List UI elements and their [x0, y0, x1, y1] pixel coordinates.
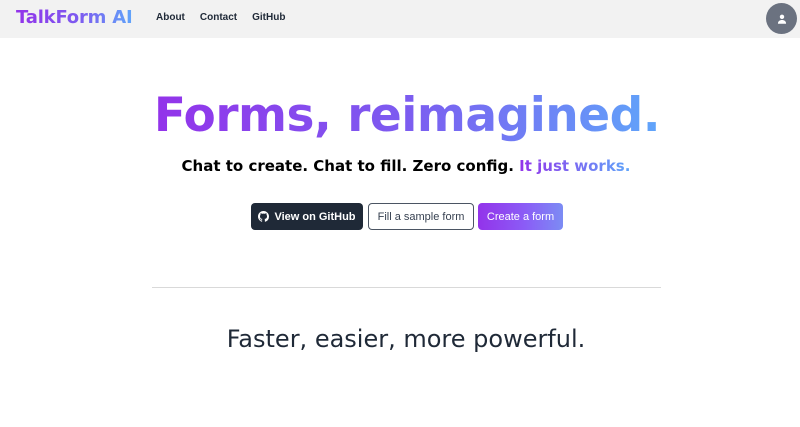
github-icon: [258, 211, 270, 222]
tagline-main: Chat to create. Chat to fill. Zero confi…: [181, 157, 520, 175]
features-heading: Faster, easier, more powerful.: [226, 325, 586, 353]
nav-link-about[interactable]: About: [156, 12, 185, 23]
hero-title: Forms, reimagined.: [153, 88, 661, 143]
nav-link-contact[interactable]: Contact: [200, 12, 237, 23]
tagline-accent: It just works.: [519, 157, 631, 175]
section-divider: [152, 287, 661, 288]
create-form-button[interactable]: Create a form: [478, 203, 563, 230]
nav-links: About Contact GitHub: [156, 12, 285, 23]
user-avatar-button[interactable]: [766, 3, 797, 34]
top-navbar: TalkForm AI About Contact GitHub: [0, 0, 800, 38]
fill-sample-form-button[interactable]: Fill a sample form: [368, 203, 474, 230]
view-on-github-button[interactable]: View on GitHub: [251, 203, 363, 230]
user-icon: [777, 14, 786, 24]
brand-logo[interactable]: TalkForm AI: [16, 7, 133, 28]
nav-link-github[interactable]: GitHub: [252, 12, 285, 23]
hero-tagline: Chat to create. Chat to fill. Zero confi…: [0, 157, 800, 175]
github-button-label: View on GitHub: [274, 210, 356, 223]
